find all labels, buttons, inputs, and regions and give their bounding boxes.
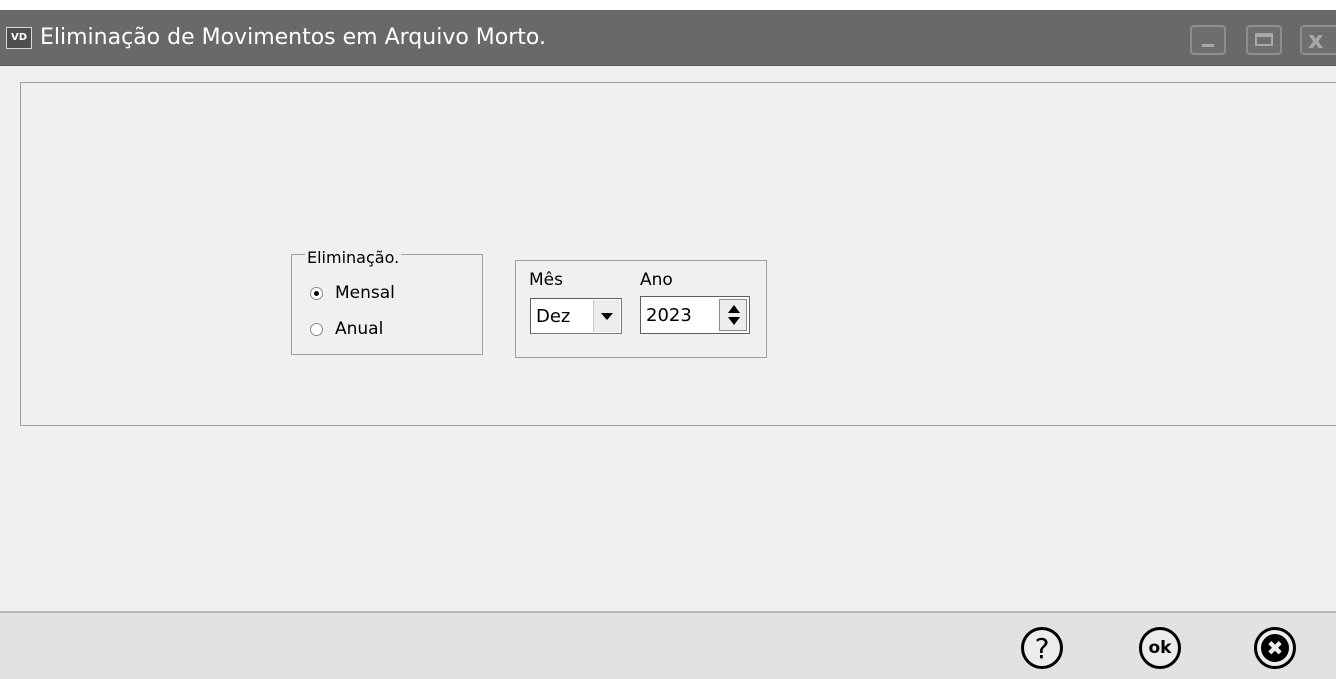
maximize-button[interactable]	[1246, 25, 1282, 55]
footer-bar	[0, 611, 1336, 679]
cancel-button[interactable]: ✖	[1254, 627, 1296, 669]
radio-mensal-label: Mensal	[335, 283, 395, 303]
top-strip	[0, 0, 1336, 10]
radio-anual[interactable]: Anual	[310, 318, 383, 340]
close-icon: x	[1308, 26, 1324, 54]
cancel-icon: ✖	[1261, 634, 1289, 662]
year-value: 2023	[646, 305, 692, 326]
radio-checked-icon	[310, 286, 323, 300]
window-title: Eliminação de Movimentos em Arquivo Mort…	[40, 25, 546, 50]
spin-down-icon[interactable]	[728, 317, 740, 325]
month-select[interactable]: Dez	[530, 298, 622, 334]
title-bar: VD Eliminação de Movimentos em Arquivo M…	[0, 10, 1336, 66]
help-button[interactable]: ?	[1021, 627, 1063, 669]
ok-icon: ok	[1148, 638, 1172, 658]
ok-button[interactable]: ok	[1139, 627, 1181, 669]
year-spinner[interactable]: 2023	[640, 296, 750, 334]
chevron-down-icon[interactable]	[593, 300, 620, 332]
radio-mensal[interactable]: Mensal	[310, 282, 395, 304]
month-label: Mês	[529, 270, 563, 290]
minimize-icon	[1202, 44, 1214, 47]
radio-anual-label: Anual	[335, 319, 384, 339]
spin-buttons[interactable]	[719, 299, 747, 331]
month-value: Dez	[536, 306, 571, 327]
spin-up-icon[interactable]	[728, 305, 740, 313]
close-button[interactable]: x	[1300, 25, 1336, 55]
elimination-group-label: Eliminação.	[305, 248, 402, 267]
minimize-button[interactable]	[1190, 25, 1226, 55]
content-panel	[20, 82, 1336, 426]
radio-unchecked-icon	[310, 322, 323, 336]
app-icon: VD	[6, 27, 32, 49]
year-label: Ano	[640, 270, 673, 290]
maximize-icon	[1255, 33, 1273, 46]
help-icon: ?	[1034, 631, 1050, 665]
